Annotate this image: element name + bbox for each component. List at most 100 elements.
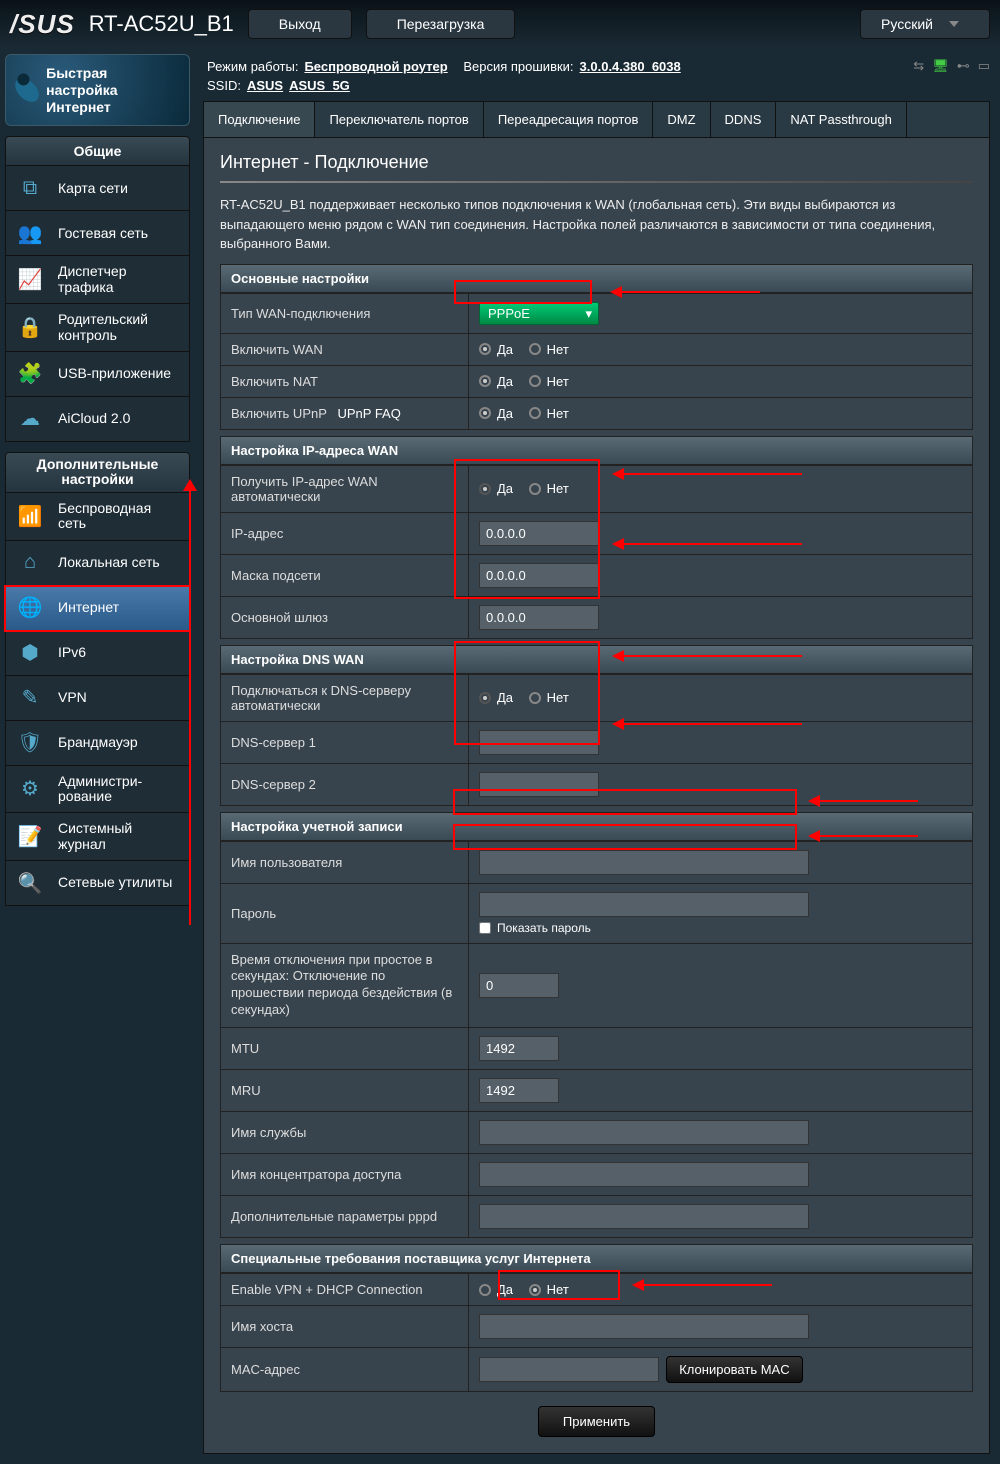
- advanced-header: Дополнительные настройки: [5, 452, 190, 493]
- clone-mac-button[interactable]: Клонировать MAC: [666, 1356, 802, 1383]
- menu-label: Локальная сеть: [58, 555, 160, 570]
- fw-link[interactable]: 3.0.0.4.380_6038: [580, 59, 681, 74]
- wand-icon: [11, 74, 44, 107]
- op-mode-link[interactable]: Беспроводной роутер: [304, 59, 447, 74]
- section-wanip: Настройка IP-адреса WAN: [220, 436, 973, 465]
- sidebar-item-adv-0[interactable]: 📶 Беспроводная сеть: [5, 493, 190, 541]
- description: RT-AC52U_B1 поддерживает несколько типов…: [220, 195, 973, 254]
- menu-icon: 📈: [16, 266, 44, 294]
- logout-button[interactable]: Выход: [248, 9, 352, 39]
- menu-label: Администри-рование: [58, 774, 179, 805]
- service-input[interactable]: [479, 1120, 809, 1145]
- sidebar-item-adv-4[interactable]: ✎ VPN: [5, 676, 190, 721]
- sidebar: Быстрая настройка Интернет Общие ⧉Карта …: [0, 48, 195, 1464]
- tabs: Подключение Переключатель портов Переадр…: [203, 101, 990, 138]
- menu-label: AiCloud 2.0: [58, 411, 130, 426]
- menu-icon: ⬢: [16, 639, 44, 667]
- menu-label: Беспроводная сеть: [58, 501, 179, 532]
- content: Режим работы: Беспроводной роутер Версия…: [195, 48, 1000, 1464]
- sidebar-item-adv-8[interactable]: 🔍Сетевые утилиты: [5, 861, 190, 906]
- menu-icon: 📝: [16, 823, 44, 851]
- sidebar-item-gen-2[interactable]: 📈 Диспетчер трафика: [5, 256, 190, 304]
- sidebar-item-gen-4[interactable]: 🧩 USB-приложение: [5, 352, 190, 397]
- section-dns: Настройка DNS WAN: [220, 645, 973, 674]
- idle-input[interactable]: [479, 973, 559, 998]
- section-account: Настройка учетной записи: [220, 812, 973, 841]
- page-title: Интернет - Подключение: [220, 152, 973, 173]
- tab-dmz[interactable]: DMZ: [653, 102, 710, 137]
- sidebar-item-gen-0[interactable]: ⧉Карта сети: [5, 166, 190, 211]
- menu-label: VPN: [58, 690, 87, 705]
- tab-port-trigger[interactable]: Переключатель портов: [315, 102, 483, 137]
- menu-icon: ⌂: [16, 549, 44, 577]
- wan-auto-yes[interactable]: [479, 483, 491, 495]
- enable-nat-yes[interactable]: [479, 375, 491, 387]
- vpn-dhcp-yes[interactable]: [479, 1284, 491, 1296]
- vpn-dhcp-no[interactable]: [529, 1284, 541, 1296]
- menu-icon: ✎: [16, 684, 44, 712]
- sidebar-item-adv-7[interactable]: 📝 Системный журнал: [5, 813, 190, 861]
- tab-port-forward[interactable]: Переадресация портов: [484, 102, 654, 137]
- menu-label: Диспетчер трафика: [58, 264, 179, 295]
- reboot-button[interactable]: Перезагрузка: [366, 9, 516, 39]
- language-dropdown[interactable]: Русский: [860, 9, 990, 39]
- device-icon: ▭: [978, 58, 990, 74]
- tab-connection[interactable]: Подключение: [204, 102, 315, 137]
- section-isp: Специальные требования поставщика услуг …: [220, 1244, 973, 1273]
- sidebar-item-gen-3[interactable]: 🔒Родительский контроль: [5, 304, 190, 352]
- pppd-input[interactable]: [479, 1204, 809, 1229]
- mtu-input[interactable]: [479, 1036, 559, 1061]
- username-input[interactable]: [479, 850, 809, 875]
- menu-icon: 👥: [16, 219, 44, 247]
- menu-label: USB-приложение: [58, 366, 171, 381]
- enable-wan-no[interactable]: [529, 343, 541, 355]
- sidebar-item-adv-3[interactable]: ⬢ IPv6: [5, 631, 190, 676]
- enable-nat-no[interactable]: [529, 375, 541, 387]
- sidebar-item-adv-6[interactable]: ⚙ Администри-рование: [5, 766, 190, 814]
- menu-icon: ⧉: [16, 174, 44, 202]
- password-input[interactable]: [479, 892, 809, 917]
- topbar: /SUS RT-AC52U_B1 Выход Перезагрузка Русс…: [0, 0, 1000, 48]
- enable-upnp-yes[interactable]: [479, 407, 491, 419]
- ssid-24[interactable]: ASUS: [247, 78, 283, 93]
- menu-label: Брандмауэр: [58, 735, 138, 750]
- dns-auto-yes[interactable]: [479, 692, 491, 704]
- mru-input[interactable]: [479, 1078, 559, 1103]
- sidebar-item-gen-1[interactable]: 👥Гостевая сеть: [5, 211, 190, 256]
- sidebar-item-adv-5[interactable]: 🛡Брандмауэр: [5, 721, 190, 766]
- apply-button[interactable]: Применить: [538, 1406, 655, 1437]
- dns1-input[interactable]: [479, 730, 599, 755]
- link-icon: ⇆: [913, 58, 924, 74]
- dns2-input[interactable]: [479, 772, 599, 797]
- menu-icon: ⚙: [16, 775, 44, 803]
- enable-upnp-no[interactable]: [529, 407, 541, 419]
- wan-mask-input[interactable]: [479, 563, 599, 588]
- upnp-faq-link[interactable]: UPnP FAQ: [338, 406, 401, 421]
- tab-ddns[interactable]: DDNS: [711, 102, 777, 137]
- menu-label: Интернет: [58, 600, 119, 615]
- tab-nat[interactable]: NAT Passthrough: [776, 102, 906, 137]
- menu-label: Системный журнал: [58, 821, 179, 852]
- wan-ip-input[interactable]: [479, 521, 599, 546]
- menu-icon: 🧩: [16, 360, 44, 388]
- show-password-checkbox[interactable]: [479, 922, 491, 934]
- menu-label: IPv6: [58, 645, 86, 660]
- enable-wan-yes[interactable]: [479, 343, 491, 355]
- sidebar-item-gen-5[interactable]: ☁AiCloud 2.0: [5, 397, 190, 442]
- wan-gw-input[interactable]: [479, 605, 599, 630]
- hostname-input[interactable]: [479, 1314, 809, 1339]
- quick-setup-button[interactable]: Быстрая настройка Интернет: [5, 54, 190, 126]
- ssid-5[interactable]: ASUS_5G: [289, 78, 350, 93]
- sidebar-item-adv-2[interactable]: 🌐Интернет: [5, 586, 190, 631]
- menu-label: Родительский контроль: [58, 312, 179, 343]
- concentrator-input[interactable]: [479, 1162, 809, 1187]
- wan-type-select[interactable]: PPPoE: [479, 302, 599, 325]
- wifi-icon: 🖥: [932, 58, 949, 74]
- menu-label: Сетевые утилиты: [58, 875, 172, 890]
- sidebar-item-adv-1[interactable]: ⌂ Локальная сеть: [5, 541, 190, 586]
- wan-auto-no[interactable]: [529, 483, 541, 495]
- mac-input[interactable]: [479, 1357, 659, 1382]
- main-panel: Интернет - Подключение RT-AC52U_B1 подде…: [203, 138, 990, 1454]
- dns-auto-no[interactable]: [529, 692, 541, 704]
- menu-icon: 📶: [16, 502, 44, 530]
